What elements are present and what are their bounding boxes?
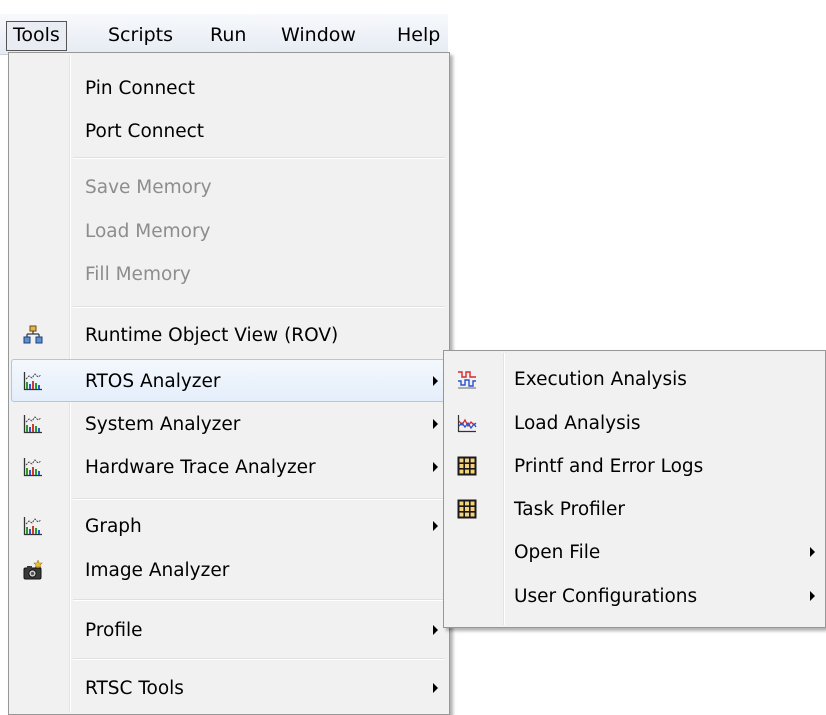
menu-run[interactable]: Run: [204, 22, 252, 50]
object-tree-icon: [23, 325, 43, 344]
graph-chart-icon: [23, 517, 42, 536]
menu-item-task-profiler[interactable]: Task Profiler: [446, 488, 823, 531]
submenu-arrow-icon: [433, 419, 438, 429]
menu-item-fill-memory: Fill Memory: [11, 253, 447, 296]
submenu-arrow-icon: [810, 547, 815, 557]
tools-menu: Pin Connect Port Connect Save Memory Loa…: [8, 52, 450, 715]
menu-item-label: Runtime Object View (ROV): [85, 325, 339, 346]
table-grid-icon: [457, 499, 477, 519]
analyzer-chart-icon: [23, 415, 42, 434]
analyzer-chart-icon: [23, 372, 42, 391]
menu-item-graph[interactable]: Graph: [11, 505, 447, 548]
menu-separator: [73, 658, 445, 660]
menu-item-hardware-trace-analyzer[interactable]: Hardware Trace Analyzer: [11, 446, 447, 489]
menu-item-label: Save Memory: [85, 177, 212, 198]
menu-item-rtos-analyzer[interactable]: RTOS Analyzer: [11, 359, 447, 402]
menu-item-image-analyzer[interactable]: Image Analyzer: [11, 549, 447, 592]
execution-graph-icon: [458, 371, 476, 389]
menu-item-label: Execution Analysis: [514, 369, 687, 390]
menu-item-load-analysis[interactable]: Load Analysis: [446, 402, 823, 445]
menu-item-user-configurations[interactable]: User Configurations: [446, 575, 823, 618]
screenshot-stage: Tools Scripts Run Window Help Pin Connec…: [0, 0, 826, 715]
menu-item-save-memory: Save Memory: [11, 166, 447, 209]
rtos-analyzer-submenu: Execution Analysis Load Analysis Printf …: [443, 350, 826, 628]
menu-item-label: RTSC Tools: [85, 678, 184, 699]
submenu-arrow-icon: [433, 683, 438, 693]
menu-item-label: Open File: [514, 542, 601, 563]
menu-item-label: Fill Memory: [85, 264, 191, 285]
menu-tools[interactable]: Tools: [6, 21, 67, 51]
submenu-arrow-icon: [433, 625, 438, 635]
submenu-arrow-icon: [433, 462, 438, 472]
table-grid-icon: [457, 456, 477, 476]
camera-icon: [23, 560, 43, 580]
menu-separator: [73, 306, 445, 308]
menu-item-label: User Configurations: [514, 586, 698, 607]
analyzer-chart-icon: [23, 458, 42, 477]
menu-help[interactable]: Help: [391, 22, 446, 50]
menu-separator: [73, 599, 445, 601]
menu-item-label: Hardware Trace Analyzer: [85, 457, 316, 478]
menu-item-label: Task Profiler: [514, 499, 625, 520]
menu-item-system-analyzer[interactable]: System Analyzer: [11, 403, 447, 446]
menu-item-printf-error-logs[interactable]: Printf and Error Logs: [446, 445, 823, 488]
menu-item-label: Profile: [85, 620, 143, 641]
menu-item-label: RTOS Analyzer: [85, 371, 221, 392]
menu-item-label: Load Memory: [85, 221, 211, 242]
menu-item-label: Printf and Error Logs: [514, 456, 704, 477]
menu-item-label: Load Analysis: [514, 413, 641, 434]
menu-bar: Tools Scripts Run Window Help: [0, 0, 826, 55]
menu-item-label: Graph: [85, 516, 142, 537]
menu-separator: [73, 157, 445, 159]
menu-scripts[interactable]: Scripts: [102, 22, 179, 50]
menu-item-rtsc-tools[interactable]: RTSC Tools: [11, 667, 447, 710]
menu-item-label: Image Analyzer: [85, 560, 230, 581]
menu-item-port-connect[interactable]: Port Connect: [11, 110, 447, 153]
menu-item-execution-analysis[interactable]: Execution Analysis: [446, 358, 823, 401]
menu-item-profile[interactable]: Profile: [11, 609, 447, 652]
menu-item-open-file[interactable]: Open File: [446, 531, 823, 574]
menu-item-label: Pin Connect: [85, 78, 195, 99]
load-graph-icon: [457, 415, 477, 433]
menu-separator: [73, 498, 445, 500]
submenu-arrow-icon: [810, 591, 815, 601]
menu-item-label: Port Connect: [85, 121, 205, 142]
menu-window[interactable]: Window: [275, 22, 362, 50]
submenu-arrow-icon: [433, 521, 438, 531]
menu-item-pin-connect[interactable]: Pin Connect: [11, 67, 447, 110]
submenu-arrow-icon: [433, 376, 438, 386]
menu-item-load-memory: Load Memory: [11, 210, 447, 253]
menu-item-rov[interactable]: Runtime Object View (ROV): [11, 314, 447, 357]
menu-item-label: System Analyzer: [85, 414, 241, 435]
